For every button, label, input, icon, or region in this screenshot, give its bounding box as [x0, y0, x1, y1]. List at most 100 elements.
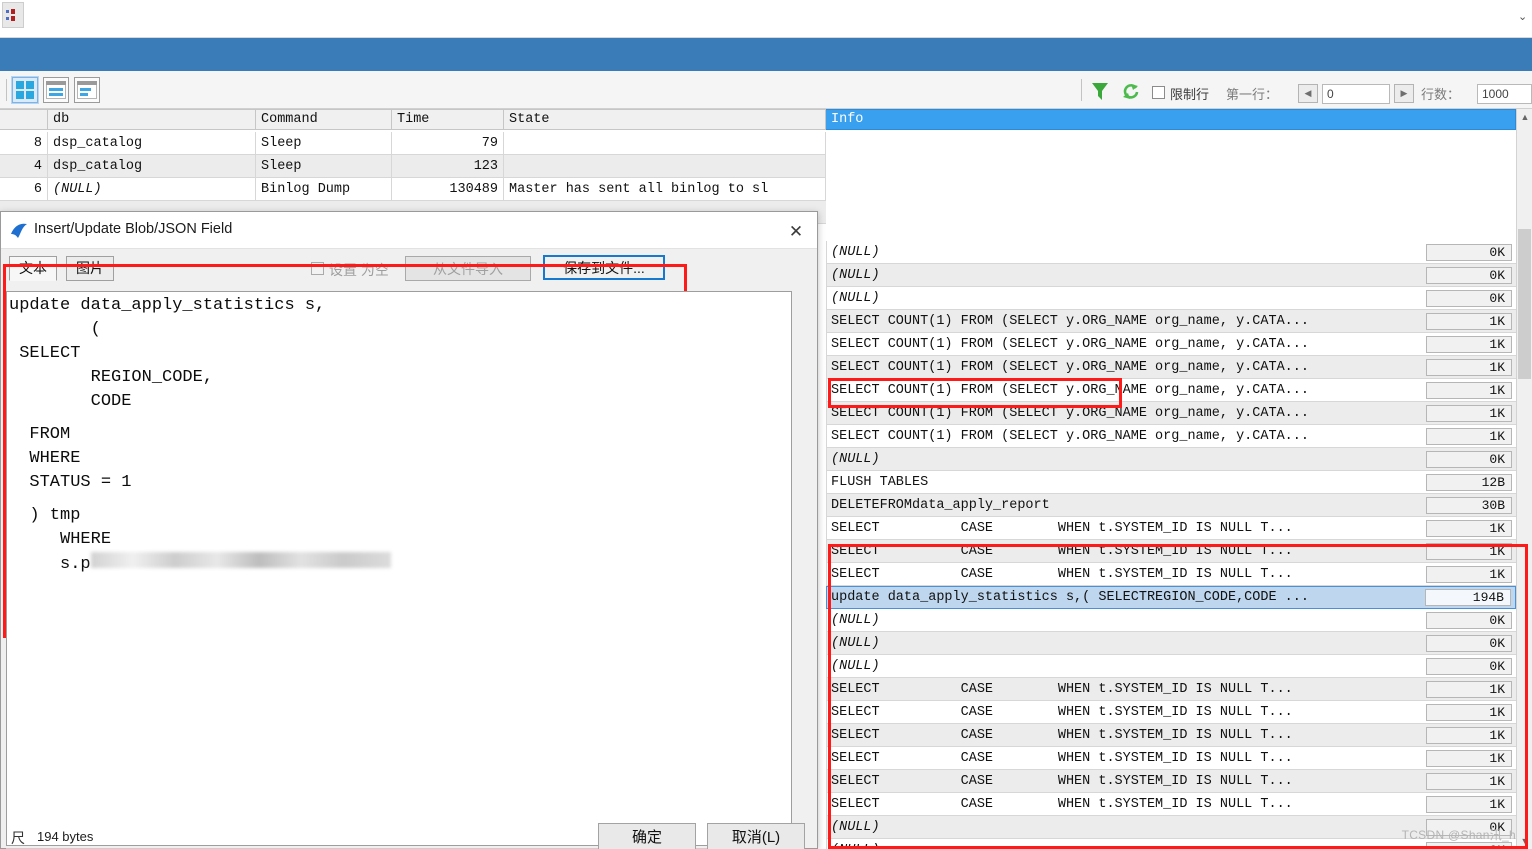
- info-row-size-badge[interactable]: 1K: [1426, 519, 1512, 537]
- info-row[interactable]: SELECT CASE WHEN t.SYSTEM_ID IS NULL T..…: [826, 701, 1516, 724]
- sql-text-editor[interactable]: update data_apply_statistics s, ( SELECT…: [6, 291, 792, 846]
- cell-rownum: 8: [0, 131, 48, 155]
- info-row-size-badge[interactable]: 194B: [1425, 589, 1511, 606]
- app-mini-icon[interactable]: [2, 2, 24, 28]
- info-row[interactable]: SELECT COUNT(1) FROM (SELECT y.ORG_NAME …: [826, 402, 1516, 425]
- cancel-button[interactable]: 取消(L): [707, 823, 805, 849]
- sql-line: ) tmp: [9, 506, 81, 525]
- info-row-size-badge[interactable]: 1K: [1426, 795, 1512, 813]
- column-header-rownum[interactable]: [0, 109, 48, 130]
- first-row-next-button[interactable]: ▶: [1394, 84, 1414, 103]
- sql-line: REGION_CODE,: [9, 368, 214, 387]
- info-row[interactable]: (NULL) 0K: [826, 264, 1516, 287]
- info-row-text: (NULL): [831, 635, 880, 651]
- results-vertical-scrollbar[interactable]: ▲ ▼: [1516, 109, 1532, 849]
- info-row-text: SELECT CASE WHEN t.SYSTEM_ID IS NULL T..…: [831, 727, 1293, 743]
- cell-time: 130489: [392, 177, 504, 201]
- info-row-size-badge[interactable]: 1K: [1426, 703, 1512, 721]
- info-row-size-badge[interactable]: 0K: [1426, 289, 1512, 307]
- limit-rows-label: 限制行: [1170, 87, 1210, 102]
- info-row[interactable]: SELECT COUNT(1) FROM (SELECT y.ORG_NAME …: [826, 425, 1516, 448]
- info-row-size-badge[interactable]: 1K: [1426, 565, 1512, 583]
- info-row-size-badge[interactable]: 0K: [1426, 634, 1512, 652]
- info-row[interactable]: SELECT COUNT(1) FROM (SELECT y.ORG_NAME …: [826, 356, 1516, 379]
- info-row-size-badge[interactable]: 1K: [1426, 381, 1512, 399]
- info-row-text: SELECT CASE WHEN t.SYSTEM_ID IS NULL T..…: [831, 773, 1293, 789]
- funnel-icon[interactable]: [1092, 83, 1108, 100]
- info-row-size-badge[interactable]: 0K: [1426, 266, 1512, 284]
- limit-rows-checkbox[interactable]: [1152, 86, 1165, 99]
- info-row[interactable]: FLUSH TABLES 12B: [826, 471, 1516, 494]
- info-row-size-badge[interactable]: 1K: [1426, 726, 1512, 744]
- info-row-size-badge[interactable]: 1K: [1426, 335, 1512, 353]
- column-header-time[interactable]: Time: [392, 109, 504, 130]
- info-row-size-badge[interactable]: 1K: [1426, 772, 1512, 790]
- table-row[interactable]: 6 (NULL) Binlog Dump 130489 Master has s…: [0, 177, 826, 201]
- row-count-input[interactable]: [1477, 84, 1532, 104]
- close-icon[interactable]: ✕: [785, 221, 807, 243]
- byte-count-label: 194 bytes: [37, 829, 94, 844]
- info-row[interactable]: SELECT CASE WHEN t.SYSTEM_ID IS NULL T..…: [826, 724, 1516, 747]
- info-row-size-badge[interactable]: 1K: [1426, 404, 1512, 422]
- sql-line: SELECT: [9, 344, 81, 363]
- view-mode-text-button[interactable]: [74, 77, 100, 103]
- info-row-size-badge[interactable]: 1K: [1426, 749, 1512, 767]
- info-row-size-badge[interactable]: 12B: [1426, 473, 1512, 491]
- info-row[interactable]: (NULL) 0K: [826, 241, 1516, 264]
- info-row[interactable]: SELECT COUNT(1) FROM (SELECT y.ORG_NAME …: [826, 333, 1516, 356]
- first-row-input[interactable]: [1322, 84, 1390, 104]
- info-row[interactable]: SELECT CASE WHEN t.SYSTEM_ID IS NULL T..…: [826, 678, 1516, 701]
- info-row-size-badge[interactable]: 1K: [1426, 427, 1512, 445]
- info-row[interactable]: SELECT CASE WHEN t.SYSTEM_ID IS NULL T..…: [826, 747, 1516, 770]
- info-row[interactable]: (NULL) 0K: [826, 655, 1516, 678]
- chevron-down-icon[interactable]: ⌄: [1518, 12, 1528, 23]
- info-row[interactable]: SELECT COUNT(1) FROM (SELECT y.ORG_NAME …: [826, 379, 1516, 402]
- info-row[interactable]: DELETEFROMdata_apply_report 30B: [826, 494, 1516, 517]
- ok-button[interactable]: 确定: [598, 823, 696, 849]
- import-from-file-button[interactable]: 从文件导入: [405, 256, 531, 281]
- sql-line: FROM: [9, 425, 71, 444]
- view-mode-form-button[interactable]: [43, 77, 69, 103]
- first-row-prev-button[interactable]: ◀: [1298, 84, 1318, 103]
- cell-db: (NULL): [48, 177, 256, 201]
- info-row[interactable]: SELECT CASE WHEN t.SYSTEM_ID IS NULL T..…: [826, 563, 1516, 586]
- info-row[interactable]: (NULL) 0K: [826, 287, 1516, 310]
- column-header-info[interactable]: Info: [826, 109, 1516, 130]
- tab-text[interactable]: 文本: [9, 256, 57, 281]
- info-row[interactable]: (NULL) 0K: [826, 609, 1516, 632]
- info-row-size-badge[interactable]: 1K: [1426, 542, 1512, 560]
- column-header-db[interactable]: db: [48, 109, 256, 130]
- table-row[interactable]: 8 dsp_catalog Sleep 79: [0, 131, 826, 155]
- scrollbar-thumb[interactable]: [1518, 229, 1531, 379]
- save-to-file-button[interactable]: 保存到文件...: [543, 255, 665, 280]
- info-row-size-badge[interactable]: 0K: [1426, 657, 1512, 675]
- info-row-size-badge[interactable]: 0K: [1426, 450, 1512, 468]
- set-null-checkbox[interactable]: [311, 262, 324, 275]
- view-mode-grid-button[interactable]: [11, 76, 39, 104]
- info-row-size-badge[interactable]: 0K: [1426, 243, 1512, 261]
- info-row[interactable]: SELECT CASE WHEN t.SYSTEM_ID IS NULL T..…: [826, 540, 1516, 563]
- info-row[interactable]: (NULL) 0K: [826, 632, 1516, 655]
- scroll-down-icon[interactable]: ▼: [1519, 835, 1531, 847]
- info-row[interactable]: SELECT CASE WHEN t.SYSTEM_ID IS NULL T..…: [826, 770, 1516, 793]
- form-icon: [46, 81, 66, 99]
- scroll-up-icon[interactable]: ▲: [1519, 111, 1531, 123]
- info-row-size-badge[interactable]: 1K: [1426, 358, 1512, 376]
- info-row-size-badge[interactable]: 1K: [1426, 312, 1512, 330]
- column-header-state[interactable]: State: [504, 109, 826, 130]
- info-row[interactable]: SELECT CASE WHEN t.SYSTEM_ID IS NULL T..…: [826, 793, 1516, 816]
- info-row[interactable]: update data_apply_statistics s,( SELECTR…: [826, 586, 1516, 609]
- column-header-command[interactable]: Command: [256, 109, 392, 130]
- sql-code: update data_apply_statistics s, ( SELECT…: [7, 292, 791, 577]
- info-row[interactable]: (NULL) 0K: [826, 448, 1516, 471]
- tab-image[interactable]: 图片: [66, 256, 114, 281]
- info-row[interactable]: SELECT COUNT(1) FROM (SELECT y.ORG_NAME …: [826, 310, 1516, 333]
- info-row-size-badge[interactable]: 1K: [1426, 680, 1512, 698]
- info-row-size-badge[interactable]: 0K: [1426, 611, 1512, 629]
- table-row[interactable]: 4 dsp_catalog Sleep 123: [0, 154, 826, 178]
- dialog-toolbar: 文本 图片 设置 为空 从文件导入 保存到文件...: [1, 249, 817, 287]
- info-row-size-badge[interactable]: 30B: [1426, 496, 1512, 514]
- refresh-icon[interactable]: [1122, 83, 1139, 100]
- info-row[interactable]: SELECT CASE WHEN t.SYSTEM_ID IS NULL T..…: [826, 517, 1516, 540]
- dialog-title-bar: Insert/Update Blob/JSON Field ✕: [1, 212, 817, 249]
